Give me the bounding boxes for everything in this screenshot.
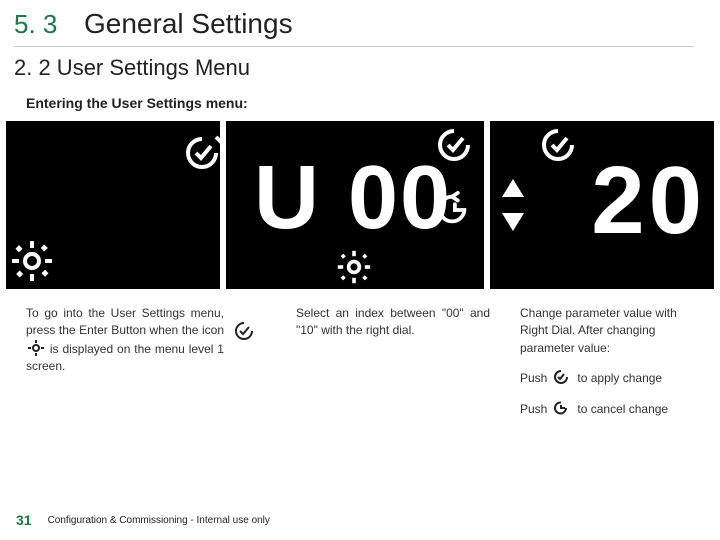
enter-check-icon [538,125,578,165]
panel-index-select: U 00 [226,121,484,289]
cancel-text: to cancel change [577,402,668,416]
slide-header: 5. 3 General Settings [0,0,720,44]
push-label: Push [520,402,547,416]
panel-parameter-value: 20 [490,121,714,289]
caption-step-1: To go into the User Settings menu, press… [26,305,224,418]
display-panels: U 00 [0,121,720,289]
caption-text: Select an index between "00" and "10" wi… [296,306,490,337]
display-value: 20 [591,153,706,249]
panel-menu-level-1 [6,121,220,289]
slide-footer: 31 Configuration & Commissioning - Inter… [16,512,270,528]
gear-icon [12,241,52,281]
push-label: Push [520,371,547,385]
gear-icon [336,249,372,285]
display-value: U 00 [254,153,452,243]
caption-text: is displayed on the menu level 1 screen. [26,342,224,373]
caption-text: Change parameter value with Right Dial. … [520,305,708,357]
subsection-title: 2. 2 User Settings Menu [0,53,720,91]
enter-check-icon [232,319,256,343]
captions-row: To go into the User Settings menu, press… [0,289,720,418]
rotate-enter-icon [553,400,569,416]
page-number: 31 [16,512,32,528]
section-title: General Settings [84,8,293,40]
enter-check-icon [553,369,569,385]
section-number: 5. 3 [14,9,84,40]
footer-note: Configuration & Commissioning - Internal… [48,515,270,526]
gear-icon [28,340,44,356]
up-down-icon [496,175,530,235]
caption-step-3: Change parameter value with Right Dial. … [520,305,708,418]
caption-step-2: Select an index between "00" and "10" wi… [296,305,490,418]
lead-text: Entering the User Settings menu: [0,91,720,121]
header-divider [14,46,694,47]
enter-check-icon [182,133,220,173]
apply-text: to apply change [577,371,662,385]
caption-text: To go into the User Settings menu, press… [26,306,224,337]
